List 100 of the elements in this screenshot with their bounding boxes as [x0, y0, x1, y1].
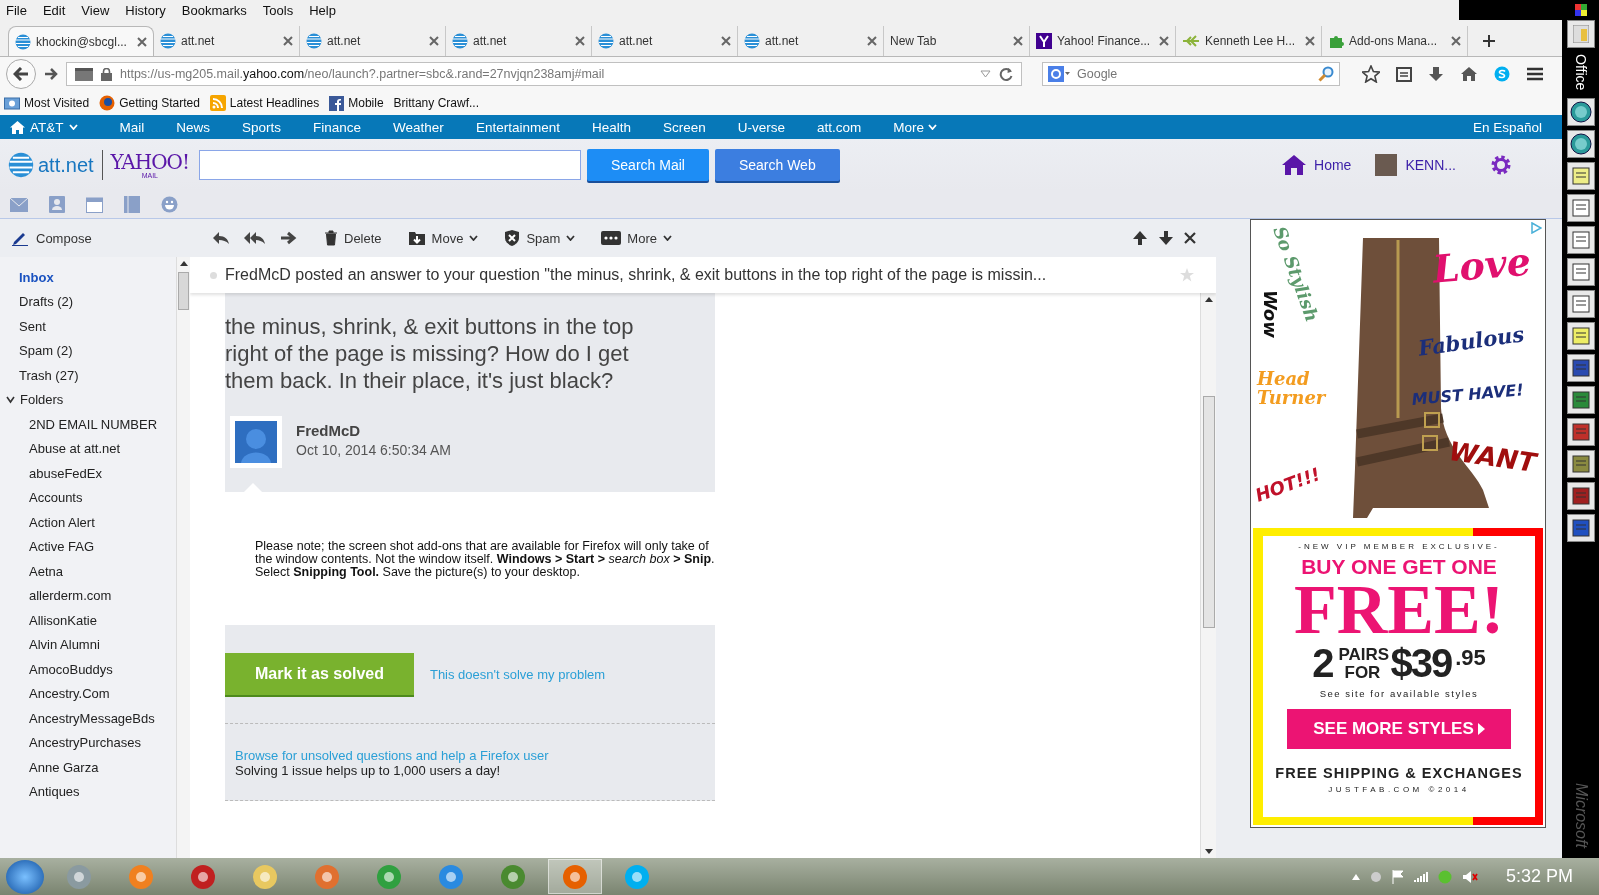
- reply-icon[interactable]: [212, 231, 230, 245]
- mail-search-field[interactable]: [199, 150, 581, 180]
- bookmark-item[interactable]: Most Visited: [4, 96, 90, 110]
- toolbar-button[interactable]: Delete: [324, 230, 382, 246]
- menu-item[interactable]: Edit: [42, 2, 66, 18]
- menu-item[interactable]: File: [6, 2, 27, 18]
- folder-item[interactable]: Accounts: [0, 485, 176, 510]
- language-link[interactable]: En Español: [1472, 119, 1542, 135]
- search-field[interactable]: Google: [1042, 62, 1340, 86]
- menu-item[interactable]: Tools: [262, 2, 294, 18]
- reply-all-icon[interactable]: [244, 231, 266, 245]
- toolbar-button[interactable]: Spam: [504, 229, 576, 247]
- nav-link[interactable]: Mail: [103, 119, 161, 135]
- office-button[interactable]: [1566, 20, 1595, 48]
- bookmark-item[interactable]: Latest Headlines: [209, 95, 320, 111]
- folder-item[interactable]: Trash (27): [0, 363, 176, 388]
- close-icon[interactable]: [575, 36, 585, 46]
- reading-list-icon[interactable]: [1396, 66, 1412, 82]
- speaker-icon[interactable]: [1461, 869, 1478, 884]
- folder-item[interactable]: Inbox: [0, 265, 176, 290]
- office-button[interactable]: [1566, 194, 1595, 223]
- menu-item[interactable]: Help: [309, 2, 336, 18]
- menu-icon[interactable]: [1526, 67, 1544, 81]
- folder-item[interactable]: Antiques: [0, 779, 176, 804]
- compose-button[interactable]: Compose: [0, 219, 190, 257]
- nav-link[interactable]: Finance: [297, 119, 378, 135]
- browser-tab[interactable]: att.net: [154, 26, 300, 56]
- office-button[interactable]: [1566, 354, 1595, 383]
- nav-link[interactable]: att.com: [801, 119, 878, 135]
- plus-icon[interactable]: [1482, 34, 1496, 48]
- folder-item[interactable]: AncestryPurchases: [0, 730, 176, 755]
- close-icon[interactable]: [1184, 232, 1196, 244]
- settings-icon[interactable]: [1490, 154, 1512, 176]
- search-button[interactable]: Search Web: [714, 149, 840, 181]
- office-button[interactable]: [1566, 482, 1595, 511]
- office-button[interactable]: [1566, 418, 1595, 447]
- folder-item[interactable]: Anne Garza: [0, 755, 176, 780]
- office-button[interactable]: [1566, 450, 1595, 479]
- folder-item[interactable]: Abuse at att.net: [0, 436, 176, 461]
- bookmark-item[interactable]: Mobile: [329, 95, 384, 111]
- browser-tab[interactable]: Yahoo! Finance...: [1030, 26, 1176, 56]
- browser-tab[interactable]: att.net: [592, 26, 738, 56]
- messenger-icon[interactable]: [161, 196, 178, 213]
- menu-item[interactable]: Bookmarks: [181, 2, 247, 18]
- bookmark-item[interactable]: Brittany Crawf...: [393, 96, 479, 110]
- close-icon[interactable]: [137, 36, 147, 47]
- close-icon[interactable]: [429, 36, 439, 46]
- home-icon[interactable]: [1460, 66, 1478, 82]
- close-icon[interactable]: [283, 36, 293, 46]
- star-icon[interactable]: [1180, 268, 1194, 282]
- folder-item[interactable]: AmocoBuddys: [0, 657, 176, 682]
- folder-item[interactable]: Sent: [0, 314, 176, 339]
- scrollbar[interactable]: [176, 257, 190, 858]
- scroll-thumb[interactable]: [1202, 396, 1215, 628]
- close-icon[interactable]: [1013, 36, 1023, 46]
- close-icon[interactable]: [721, 36, 731, 46]
- menu-item[interactable]: History: [125, 2, 166, 18]
- office-button[interactable]: [1566, 290, 1595, 319]
- home-icon[interactable]: [1282, 155, 1307, 175]
- office-button[interactable]: [1566, 322, 1595, 351]
- up-arrow-icon[interactable]: [1132, 230, 1148, 246]
- browser-tab[interactable]: khockin@sbcgl...: [8, 26, 154, 56]
- folder-item[interactable]: Drafts (2): [0, 289, 176, 314]
- folder-item[interactable]: Aetna: [0, 559, 176, 584]
- folder-item[interactable]: abuseFedEx: [0, 461, 176, 486]
- forward-arrow-icon[interactable]: [44, 68, 58, 80]
- close-icon[interactable]: [867, 36, 877, 46]
- close-icon[interactable]: [1159, 36, 1169, 46]
- browser-tab[interactable]: Add-ons Mana...: [1322, 26, 1468, 56]
- scroll-thumb[interactable]: [178, 272, 189, 310]
- tray-arrow-icon[interactable]: [1351, 873, 1360, 880]
- toolbar-button[interactable]: More: [601, 230, 672, 246]
- flag-icon[interactable]: [1391, 869, 1404, 884]
- office-button[interactable]: [1566, 162, 1595, 191]
- ad-banner[interactable]: [1250, 219, 1546, 828]
- folder-item[interactable]: Active FAG: [0, 534, 176, 559]
- more-menu[interactable]: More: [877, 119, 954, 135]
- office-button[interactable]: [1566, 130, 1595, 159]
- browser-tab[interactable]: att.net: [446, 26, 592, 56]
- close-icon[interactable]: [1305, 36, 1315, 46]
- folder-item[interactable]: Spam (2): [0, 338, 176, 363]
- bookmark-item[interactable]: Getting Started: [99, 95, 200, 111]
- back-button[interactable]: [6, 59, 36, 89]
- search-icon[interactable]: [1318, 66, 1334, 82]
- folder-item[interactable]: 2ND EMAIL NUMBER: [0, 412, 176, 437]
- download-icon[interactable]: [1428, 66, 1444, 82]
- office-button[interactable]: [1566, 98, 1595, 127]
- menu-item[interactable]: View: [81, 2, 110, 18]
- user-name[interactable]: KENN...: [1405, 157, 1456, 173]
- toolbar-button[interactable]: Move: [407, 230, 479, 246]
- folder-item[interactable]: Action Alert: [0, 510, 176, 535]
- nav-link[interactable]: U-verse: [721, 119, 801, 135]
- office-button[interactable]: [1566, 226, 1595, 255]
- browser-tab[interactable]: att.net: [300, 26, 446, 56]
- forward-icon[interactable]: [280, 231, 298, 245]
- reload-icon[interactable]: [999, 67, 1013, 81]
- folder-item[interactable]: AncestryMessageBds: [0, 706, 176, 731]
- browser-tab[interactable]: att.net: [738, 26, 884, 56]
- close-icon[interactable]: [1451, 36, 1461, 46]
- down-arrow-icon[interactable]: [1158, 230, 1174, 246]
